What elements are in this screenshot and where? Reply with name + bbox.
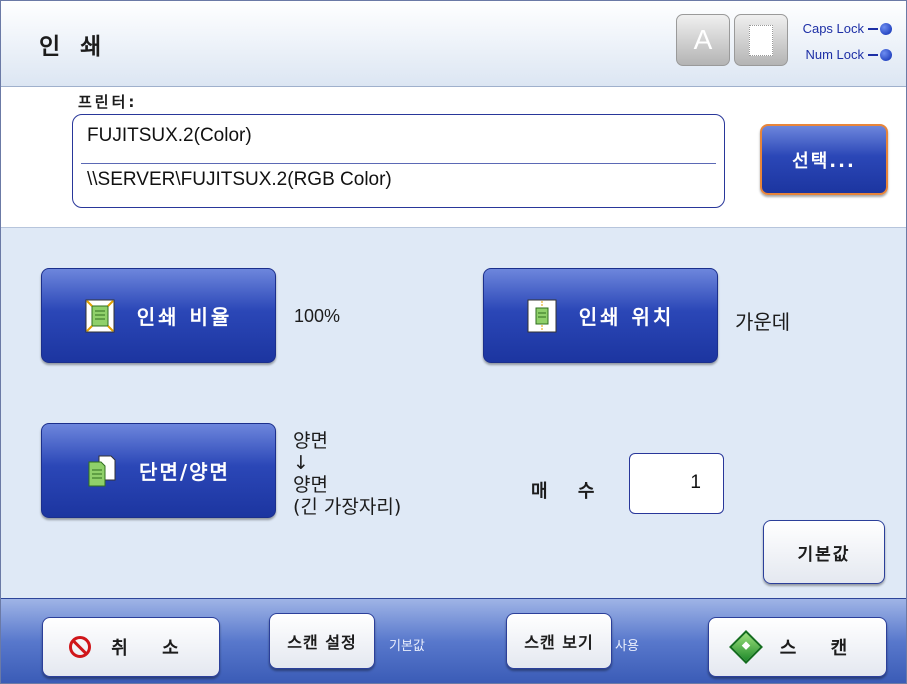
print-ratio-value: 100% [294,306,341,326]
cancel-icon [69,636,92,658]
copies-label: 매 수 [531,481,607,502]
duplex-button[interactable]: 단면/양면 [41,423,276,518]
print-position-value: 가운데 [735,310,791,334]
duplex-value: 양면 ↓ 양면 (긴 가장자리) [293,430,401,518]
duplex-value-line: (긴 가장자리) [293,496,402,518]
caps-lock-indicator: Caps Lock [803,21,892,36]
cancel-button[interactable]: 취 소 [42,617,220,677]
scan-settings-label: 스캔 설정 [287,633,357,652]
print-ratio-label: 인쇄 비율 [136,305,233,329]
printer-label: 프린터: [78,93,138,111]
printer-path: \\SERVER\FUJITSUX.2(RGB Color) [87,169,392,190]
num-key-icon [734,14,788,66]
printer-field: FUJITSUX.2(Color) \\SERVER\FUJITSUX.2(RG… [72,114,725,208]
dialog-title: 인 쇄 [39,34,108,60]
scan-button[interactable]: 스 캔 [708,617,887,677]
duplex-icon [88,455,116,486]
scan-view-label: 스캔 보기 [524,633,594,652]
scan-view-button[interactable]: 스캔 보기 [506,613,612,669]
num-lock-label: Num Lock [805,47,864,62]
caps-key-icon: A [676,14,730,66]
num-lock-led-icon [868,48,892,61]
footer-bar: 취 소 스캔 설정 기본값 스캔 보기 사용 스 캔 [1,598,906,683]
print-ratio-button[interactable]: 인쇄 비율 [41,268,276,363]
scan-settings-button[interactable]: 스캔 설정 [269,613,375,669]
print-position-icon [527,299,557,332]
copies-input[interactable]: 1 [629,453,724,514]
print-position-label: 인쇄 위치 [578,305,675,329]
select-printer-label: 선택... [792,150,856,172]
scan-view-status: 사용 [615,639,639,654]
print-ratio-icon [85,299,115,332]
scan-start-icon [728,630,763,664]
default-button-label: 기본값 [797,544,851,565]
duplex-value-line: 양면 [293,474,328,496]
copies-value: 1 [690,472,701,493]
scan-settings-status: 기본값 [389,639,425,654]
caps-lock-led-icon [868,22,892,35]
duplex-value-line: ↓ [293,452,309,474]
select-printer-button[interactable]: 선택... [760,124,888,195]
print-position-button[interactable]: 인쇄 위치 [483,268,718,363]
printer-name: FUJITSUX.2(Color) [87,125,252,146]
default-button[interactable]: 기본값 [763,520,885,584]
header-bar: 인 쇄 A Caps Lock Num Lock [1,1,906,87]
cancel-label: 취 소 [111,638,193,659]
duplex-label: 단면/양면 [139,460,230,484]
printer-divider [81,163,716,164]
duplex-value-line: 양면 [293,430,328,452]
print-dialog: 인 쇄 A Caps Lock Num Lock 프린터: FUJITSUX.2… [0,0,907,684]
num-lock-indicator: Num Lock [805,47,892,62]
scan-label: 스 캔 [779,638,862,659]
caps-lock-label: Caps Lock [802,21,864,36]
